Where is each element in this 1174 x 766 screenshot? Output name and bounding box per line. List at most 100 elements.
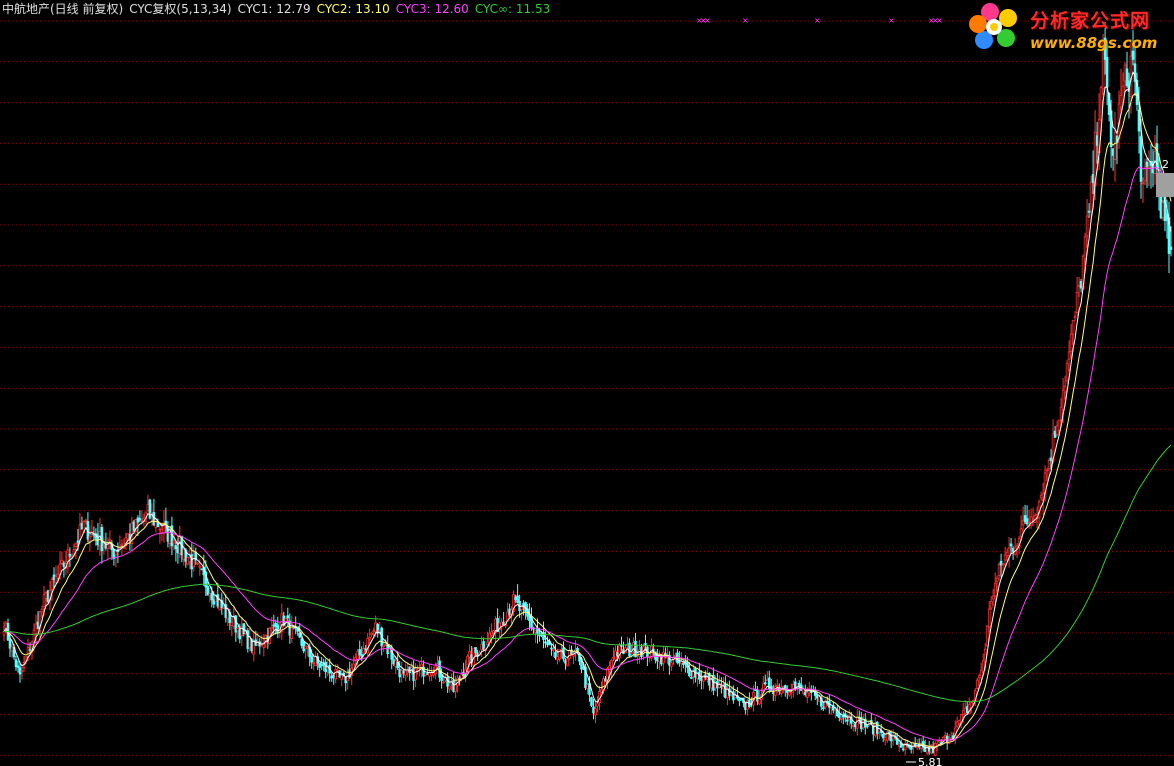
candle-body (798, 683, 801, 687)
candle-body (1007, 547, 1011, 557)
candle-body (796, 683, 799, 687)
candle-body (290, 623, 294, 639)
candle-body (1087, 210, 1091, 213)
signal-marker: × (814, 16, 821, 25)
candle-body (56, 573, 60, 579)
candle-body (556, 656, 559, 661)
candle-body (522, 603, 525, 607)
candle-body (482, 641, 485, 650)
grid-lines (0, 20, 1174, 756)
candle-body (660, 654, 663, 665)
candle-body (80, 522, 84, 530)
candle-body (1057, 419, 1061, 431)
signal-marker: × (888, 16, 895, 25)
candle-body (901, 748, 905, 751)
candle-body (426, 673, 429, 675)
legend-cycinf: CYC∞: 11.53 (474, 2, 551, 16)
candle-body (374, 622, 377, 632)
candle-body (36, 621, 40, 629)
candle-body (404, 670, 407, 676)
candle-body (1145, 161, 1149, 167)
site-logo-name: 分析家公式网 (1030, 10, 1151, 32)
candle-body (74, 542, 78, 547)
candle-body (174, 545, 178, 550)
candle-body (1071, 319, 1075, 335)
candle-body (538, 634, 541, 637)
candle-body (766, 679, 769, 682)
candle-body (744, 702, 747, 710)
candle-body (786, 690, 789, 693)
candle-body (842, 715, 845, 718)
candle-body (776, 684, 779, 687)
candle-body (114, 551, 118, 556)
candle-body (514, 596, 517, 601)
legend-stock-name: 中航地产(日线 前复权) (2, 2, 124, 16)
candle-body (252, 640, 256, 655)
candle-body (866, 725, 869, 728)
line-cyc3 (3, 166, 1172, 741)
candle-body (1027, 521, 1031, 523)
signal-marker: × (704, 16, 711, 25)
candle-body (260, 644, 264, 647)
candle-body (212, 599, 216, 605)
candle-body (218, 599, 222, 611)
candle-body (330, 675, 333, 679)
candle-body (50, 578, 54, 590)
candle-body (516, 595, 519, 603)
candle-body (230, 622, 234, 627)
candle-body (448, 685, 451, 690)
candle-body (42, 594, 46, 607)
candle-body (1085, 215, 1089, 237)
candle-body (1045, 469, 1049, 472)
candle-body (306, 646, 309, 649)
candle-body (596, 703, 599, 707)
candle-body (1039, 495, 1043, 499)
candle-body (852, 725, 855, 727)
candle-body (1001, 563, 1005, 566)
candle-body (544, 641, 547, 644)
candle-body (856, 716, 859, 729)
candle-body (678, 660, 681, 664)
candle-body (1143, 166, 1147, 182)
min-price-label: 5.81 (918, 756, 943, 766)
candle-body (192, 555, 196, 568)
candle-body (360, 654, 363, 657)
candle-body (508, 608, 511, 616)
candle-body (1047, 459, 1051, 469)
candle-body (1021, 519, 1025, 526)
candlestick-chart: ×××××××××× 5.81 2 (0, 16, 1174, 766)
candle-body (1063, 385, 1067, 393)
candle-body (318, 662, 321, 668)
candle-body (372, 630, 375, 632)
candle-body (975, 679, 979, 689)
candle-body (136, 517, 140, 523)
candle-body (806, 692, 809, 698)
candle-body (312, 662, 315, 664)
candle-body (738, 698, 741, 702)
candle-body (408, 666, 411, 673)
candle-body (604, 678, 607, 682)
candle-body (88, 535, 92, 542)
candle-body (997, 563, 1001, 576)
candle-body (1077, 284, 1081, 287)
candle-body (734, 695, 737, 698)
candle-body (298, 632, 301, 638)
price-labels: 5.81 2 (906, 158, 1174, 766)
candle-body (462, 671, 465, 677)
candle-body (310, 655, 313, 663)
candle-body (965, 706, 969, 714)
candle-body (550, 647, 553, 650)
candle-body (236, 627, 240, 632)
candle-body (690, 677, 693, 679)
candle-body (146, 503, 150, 512)
candle-body (794, 681, 797, 689)
candle-body (610, 660, 613, 669)
candle-body (40, 608, 44, 613)
candle-body (76, 540, 80, 543)
candle-body (1169, 246, 1173, 250)
candle-body (1095, 135, 1099, 146)
candle-body (200, 568, 204, 571)
candle-body (616, 652, 619, 657)
candle-body (358, 649, 361, 656)
candle-body (534, 630, 537, 633)
